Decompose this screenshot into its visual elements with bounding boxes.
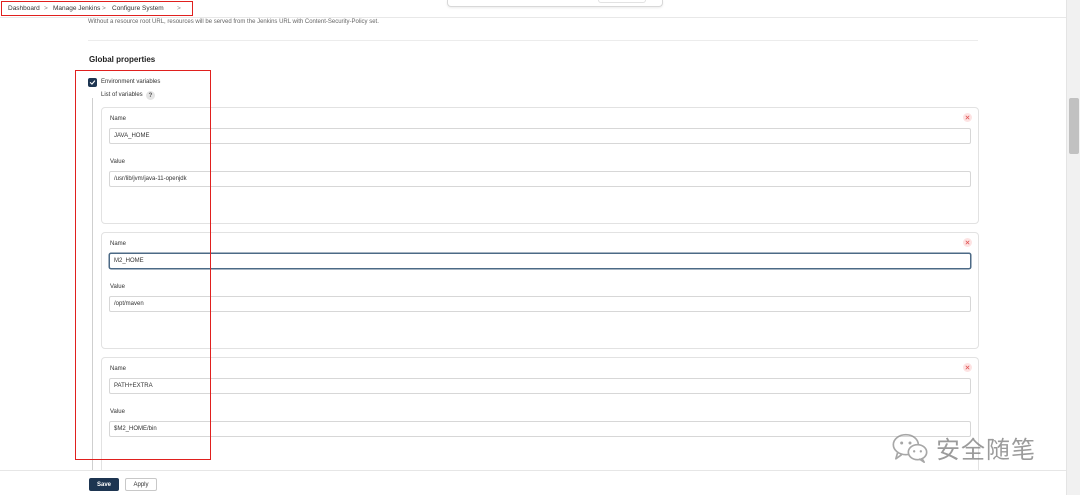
close-icon — [965, 240, 970, 245]
delete-variable-button[interactable] — [963, 238, 972, 247]
close-icon — [965, 115, 970, 120]
variable-name-input[interactable]: PATH+EXTRA — [109, 378, 971, 394]
section-title-global-properties: Global properties — [89, 55, 156, 64]
breadcrumb-highlight-box — [1, 1, 193, 16]
watermark-text: 安全随笔 — [936, 436, 1036, 464]
watermark: 安全随笔 — [890, 430, 1036, 465]
page-scrollbar[interactable] — [1066, 0, 1080, 495]
delete-variable-button[interactable] — [963, 113, 972, 122]
environment-variables-highlight-box — [75, 70, 211, 460]
variable-name-input[interactable]: JAVA_HOME — [109, 128, 971, 144]
scrollbar-thumb[interactable] — [1069, 98, 1079, 154]
top-popup — [447, 0, 663, 7]
variable-value-input[interactable]: $M2_HOME/bin — [109, 421, 971, 437]
apply-button[interactable]: Apply — [125, 478, 157, 491]
divider — [88, 40, 978, 41]
wechat-icon — [892, 433, 928, 463]
variable-card: Name PATH+EXTRA Value $M2_HOME/bin — [101, 357, 979, 470]
variable-value-input[interactable]: /usr/lib/jvm/java-11-openjdk — [109, 171, 971, 187]
save-button[interactable]: Save — [89, 478, 119, 491]
variable-name-input[interactable]: M2_HOME — [109, 253, 971, 269]
variable-card: Name M2_HOME Value /opt/maven — [101, 232, 979, 349]
variable-value-input[interactable]: /opt/maven — [109, 296, 971, 312]
resource-root-hint: Without a resource root URL, resources w… — [88, 19, 379, 25]
delete-variable-button[interactable] — [963, 363, 972, 372]
bottom-action-bar: Save Apply — [0, 470, 1066, 495]
top-popup-inner — [598, 0, 646, 3]
close-icon — [965, 365, 970, 370]
variable-card: Name JAVA_HOME Value /usr/lib/jvm/java-1… — [101, 107, 979, 224]
